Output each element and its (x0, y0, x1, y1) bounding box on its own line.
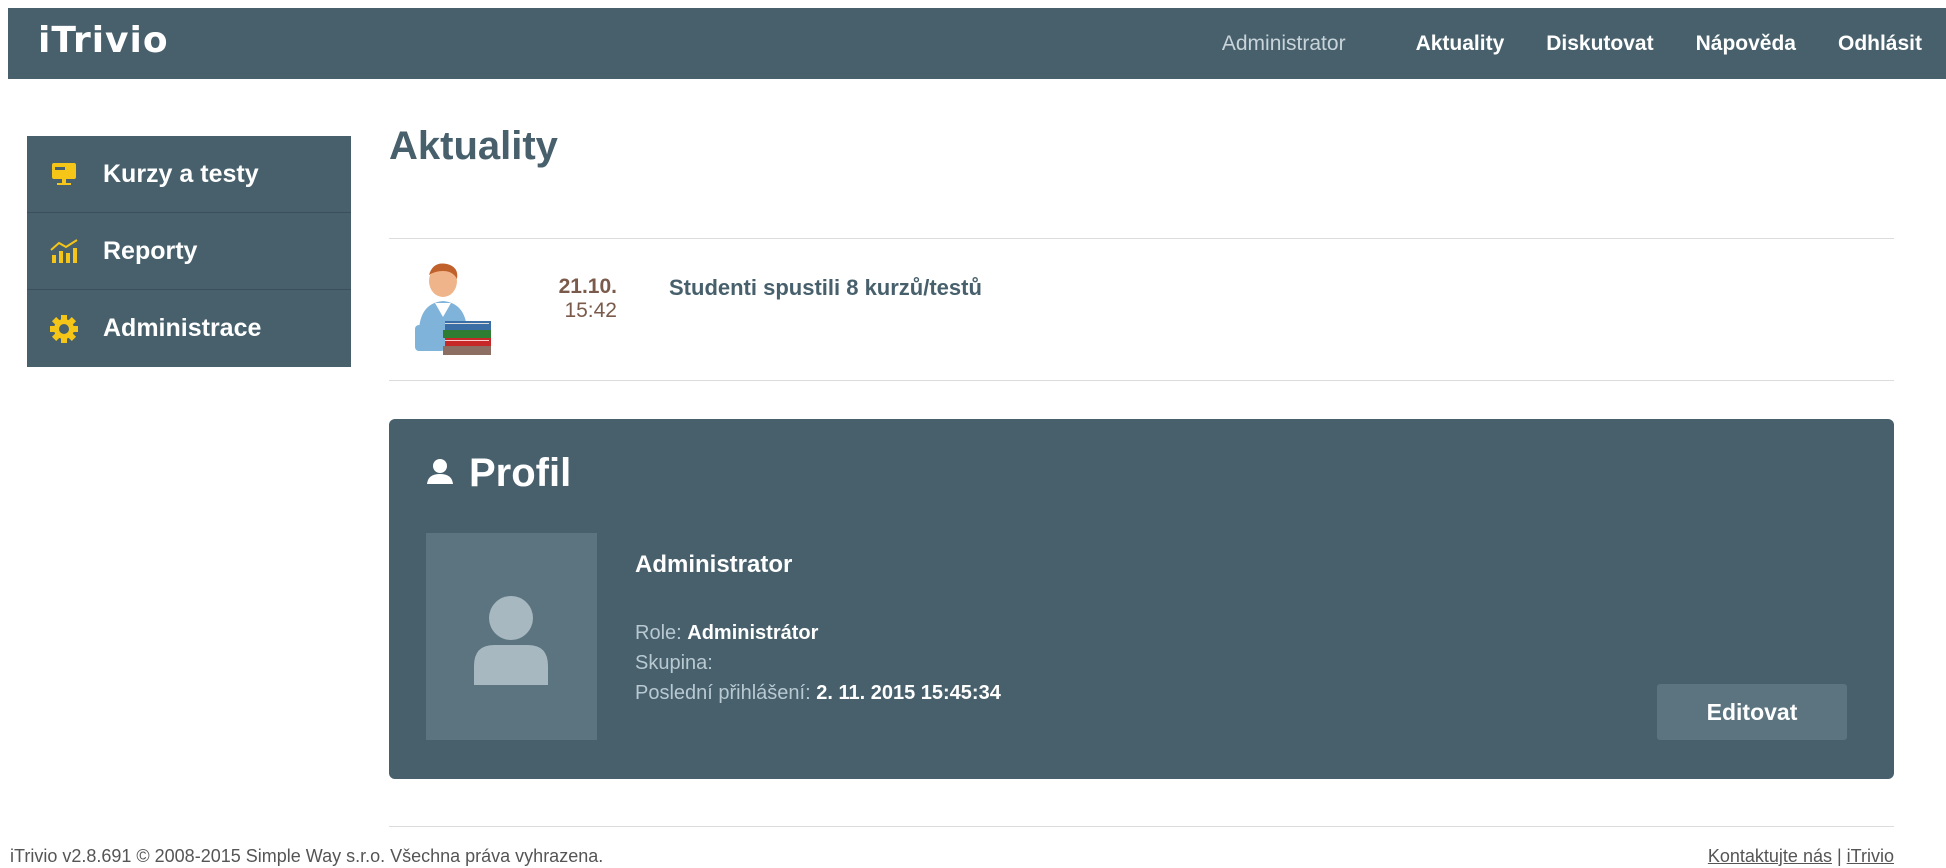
sidebar-item-label: Administrace (103, 314, 262, 342)
user-icon (425, 457, 455, 490)
footer-separator: | (1831, 846, 1847, 866)
profile-panel: Profil Administrator Role: Administrátor… (389, 419, 1894, 779)
nav-diskutovat[interactable]: Diskutovat (1546, 32, 1653, 56)
monitor-icon (49, 159, 79, 189)
profile-last-login: Poslední přihlášení: 2. 11. 2015 15:45:3… (635, 682, 1001, 705)
footer-divider (389, 826, 1894, 827)
news-time: 15:42 (564, 299, 617, 322)
profile-role: Role: Administrátor (635, 622, 818, 645)
contact-link[interactable]: Kontaktujte nás (1708, 846, 1832, 866)
role-value: Administrátor (687, 622, 819, 644)
news-item: 21.10. 15:42 Studenti spustili 8 kurzů/t… (389, 239, 1894, 382)
sidebar-item-reporty[interactable]: Reporty (27, 213, 351, 290)
edit-button[interactable]: Editovat (1657, 684, 1847, 740)
chart-icon (49, 236, 79, 266)
avatar[interactable] (426, 533, 597, 740)
footer-copyright: iTrivio v2.8.691 © 2008-2015 Simple Way … (10, 846, 604, 866)
gear-icon (49, 314, 79, 344)
group-label: Skupina: (635, 652, 713, 674)
student-books-icon (409, 259, 501, 361)
last-login-value: 2. 11. 2015 15:45:34 (816, 682, 1001, 704)
main-content: Aktuality 21.10. 15:42 Studenti spustili… (389, 124, 1894, 779)
sidebar-item-kurzy[interactable]: Kurzy a testy (27, 136, 351, 213)
sidebar-item-administrace[interactable]: Administrace (27, 290, 351, 367)
top-bar: iTrivio Administrator Aktuality Diskutov… (8, 8, 1946, 79)
news-list: 21.10. 15:42 Studenti spustili 8 kurzů/t… (389, 238, 1894, 381)
itrivio-link[interactable]: iTrivio (1847, 846, 1894, 866)
profile-header: Profil (425, 451, 571, 496)
news-date: 21.10. (558, 275, 617, 298)
nav-aktuality[interactable]: Aktuality (1416, 32, 1505, 56)
news-text: Studenti spustili 8 kurzů/testů (669, 275, 982, 300)
top-nav: Administrator Aktuality Diskutovat Nápov… (1222, 8, 1946, 79)
sidebar-item-label: Kurzy a testy (103, 159, 259, 188)
profile-title: Profil (469, 451, 572, 495)
role-label: Role: (635, 622, 682, 644)
profile-group: Skupina: (635, 652, 713, 675)
nav-napoveda[interactable]: Nápověda (1696, 32, 1796, 56)
nav-odhlasit[interactable]: Odhlásit (1838, 32, 1922, 56)
sidebar-item-label: Reporty (103, 236, 198, 265)
footer-links: Kontaktujte nás | iTrivio (1708, 846, 1894, 867)
page-title: Aktuality (389, 124, 558, 168)
sidebar: Kurzy a testy Reporty Administrace (27, 136, 351, 367)
user-name[interactable]: Administrator (1222, 32, 1346, 56)
logo[interactable]: iTrivio (38, 20, 169, 61)
last-login-label: Poslední přihlášení: (635, 682, 811, 704)
profile-name: Administrator (635, 551, 793, 578)
